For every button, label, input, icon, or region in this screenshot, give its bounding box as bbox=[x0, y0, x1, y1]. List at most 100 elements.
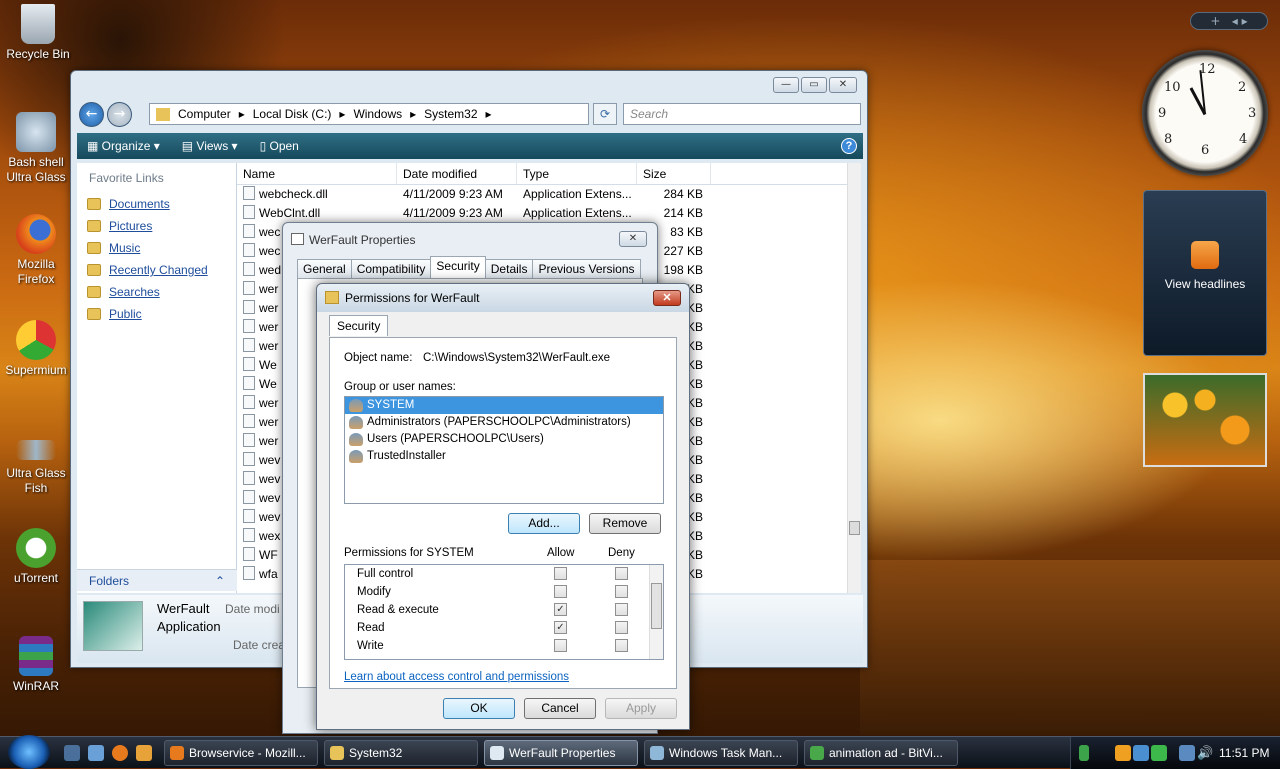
help-icon[interactable]: ? bbox=[841, 138, 857, 154]
permissions-scrollbar[interactable] bbox=[649, 565, 663, 659]
column-header-type[interactable]: Type bbox=[517, 163, 637, 184]
refresh-icon[interactable]: ⟳ bbox=[593, 103, 617, 125]
allow-checkbox[interactable]: ✓ bbox=[554, 603, 567, 616]
clock-gadget[interactable]: 12 2 3 4 6 8 9 10 bbox=[1142, 50, 1268, 176]
taskbar-button-werfault[interactable]: WerFault Properties bbox=[484, 740, 638, 766]
table-row[interactable]: WebClnt.dll 4/11/2009 9:23 AM Application … bbox=[237, 204, 861, 223]
allow-checkbox[interactable]: ✓ bbox=[554, 621, 567, 634]
column-header-date[interactable]: Date modified bbox=[397, 163, 517, 184]
search-input[interactable]: Search bbox=[623, 103, 861, 125]
permissions-close-button[interactable]: ✕ bbox=[653, 290, 681, 306]
clock-time[interactable]: 11:51 PM bbox=[1219, 746, 1269, 760]
tray-status-icon[interactable] bbox=[1079, 745, 1089, 761]
tab-general[interactable]: General bbox=[297, 259, 352, 278]
table-row[interactable]: webcheck.dll 4/11/2009 9:23 AM Application… bbox=[237, 185, 861, 204]
firefox-icon[interactable]: Mozilla Firefox bbox=[0, 214, 72, 287]
folders-toggle[interactable]: Folders ⌃ bbox=[77, 569, 237, 591]
back-arrow-icon[interactable]: ← bbox=[79, 102, 104, 127]
deny-checkbox[interactable] bbox=[615, 621, 628, 634]
forward-arrow-icon[interactable]: → bbox=[107, 102, 132, 127]
add-button[interactable]: Add... bbox=[508, 513, 580, 534]
cancel-button[interactable]: Cancel bbox=[524, 698, 596, 719]
bash-shell-icon[interactable]: Bash shell Ultra Glass bbox=[0, 112, 72, 185]
slideshow-gadget[interactable] bbox=[1143, 373, 1267, 467]
sidebar-item-public[interactable]: Public bbox=[77, 303, 236, 325]
breadcrumb-item[interactable]: Computer bbox=[178, 104, 231, 124]
firefox-quicklaunch-icon[interactable] bbox=[112, 745, 128, 761]
volume-icon[interactable]: 🔊 bbox=[1197, 745, 1213, 761]
sidebar-controls[interactable]: + ◂ ▸ bbox=[1190, 12, 1268, 30]
firefox-logo-icon bbox=[16, 214, 56, 254]
breadcrumb[interactable]: Computer ▸ Local Disk (C:) ▸ Windows ▸ Syst… bbox=[149, 103, 589, 125]
sidebar-item-label: Pictures bbox=[109, 219, 153, 233]
quicklaunch-app-icon[interactable] bbox=[136, 745, 152, 761]
minimize-button[interactable]: — bbox=[773, 77, 799, 93]
file-name: webcheck.dll bbox=[259, 187, 328, 201]
file-name: wev bbox=[259, 510, 281, 524]
taskbar-button-firefox[interactable]: Browservice - Mozill... bbox=[164, 740, 318, 766]
list-item[interactable]: Users (PAPERSCHOOLPC\Users) bbox=[345, 431, 663, 448]
allow-checkbox[interactable] bbox=[554, 567, 567, 580]
allow-checkbox[interactable] bbox=[554, 585, 567, 598]
sidebar-item-searches[interactable]: Searches bbox=[77, 281, 236, 303]
tab-previous-versions[interactable]: Previous Versions bbox=[532, 259, 641, 278]
user-list[interactable]: SYSTEM Administrators (PAPERSCHOOLPC\Adm… bbox=[344, 396, 664, 504]
tab-details[interactable]: Details bbox=[484, 259, 534, 278]
deny-checkbox[interactable] bbox=[615, 603, 628, 616]
sidebar-item-documents[interactable]: Documents bbox=[77, 193, 236, 215]
feed-headlines-gadget[interactable]: View headlines bbox=[1143, 190, 1267, 356]
ultra-glass-fish-icon[interactable]: Ultra Glass Fish bbox=[0, 426, 72, 496]
properties-title: WerFault Properties bbox=[309, 233, 416, 247]
utorrent-icon[interactable]: uTorrent bbox=[0, 528, 72, 586]
list-item[interactable]: SYSTEM bbox=[345, 397, 663, 414]
deny-checkbox[interactable] bbox=[615, 567, 628, 580]
sidebar-item-recently-changed[interactable]: Recently Changed bbox=[77, 259, 236, 281]
scroll-thumb[interactable] bbox=[849, 521, 860, 535]
column-header-name[interactable]: Name bbox=[237, 163, 397, 184]
vertical-scrollbar[interactable] bbox=[847, 163, 861, 593]
deny-checkbox[interactable] bbox=[615, 585, 628, 598]
access-control-help-link[interactable]: Learn about access control and permissio… bbox=[344, 671, 569, 683]
tray-app-icon[interactable] bbox=[1133, 745, 1149, 761]
sidebar-item-music[interactable]: Music bbox=[77, 237, 236, 259]
ok-button[interactable]: OK bbox=[443, 698, 515, 719]
allow-checkbox[interactable] bbox=[554, 639, 567, 652]
taskbar-button-task-manager[interactable]: Windows Task Man... bbox=[644, 740, 798, 766]
file-name: wer bbox=[259, 320, 279, 334]
column-header-size[interactable]: Size bbox=[637, 163, 711, 184]
list-item[interactable]: TrustedInstaller bbox=[345, 448, 663, 465]
organize-button[interactable]: ▦ Organize ▾ bbox=[87, 139, 160, 153]
tab-security[interactable]: Security bbox=[329, 315, 389, 336]
tab-security[interactable]: Security bbox=[430, 256, 486, 278]
scroll-thumb[interactable] bbox=[651, 583, 662, 629]
tab-compatibility[interactable]: Compatibility bbox=[350, 259, 432, 278]
properties-close-button[interactable]: ✕ bbox=[619, 231, 647, 247]
breadcrumb-item[interactable]: Local Disk (C:) bbox=[253, 104, 332, 124]
remove-button[interactable]: Remove bbox=[589, 513, 661, 534]
list-item[interactable]: Administrators (PAPERSCHOOLPC\Administra… bbox=[345, 414, 663, 431]
winrar-icon[interactable]: WinRAR bbox=[0, 636, 72, 694]
network-icon[interactable] bbox=[1179, 745, 1195, 761]
show-desktop-icon[interactable] bbox=[64, 745, 80, 761]
start-button[interactable] bbox=[8, 735, 50, 769]
deny-checkbox[interactable] bbox=[615, 639, 628, 652]
breadcrumb-item[interactable]: Windows bbox=[353, 104, 402, 124]
taskbar-button-bitvise[interactable]: animation ad - BitVi... bbox=[804, 740, 958, 766]
sidebar-item-pictures[interactable]: Pictures bbox=[77, 215, 236, 237]
file-name: wer bbox=[259, 301, 279, 315]
open-button[interactable]: ▯ Open bbox=[260, 139, 299, 153]
breadcrumb-item[interactable]: System32 bbox=[424, 104, 477, 124]
column-headers: Name Date modified Type Size bbox=[237, 163, 861, 185]
security-shield-icon[interactable] bbox=[1115, 745, 1131, 761]
switch-windows-icon[interactable] bbox=[88, 745, 104, 761]
supermium-icon[interactable]: Supermium bbox=[0, 320, 72, 378]
tray-app-icon[interactable] bbox=[1151, 745, 1167, 761]
apply-button[interactable]: Apply bbox=[605, 698, 677, 719]
maximize-button[interactable]: ▭ bbox=[801, 77, 827, 93]
views-button[interactable]: ▤ Views ▾ bbox=[182, 139, 238, 153]
deny-header: Deny bbox=[608, 547, 635, 559]
recycle-bin-icon[interactable]: Recycle Bin bbox=[2, 4, 74, 62]
taskbar-button-system32[interactable]: System32 bbox=[324, 740, 478, 766]
permissions-table: Full control Modify Read & execute ✓ Read ✓ Wr… bbox=[344, 564, 664, 660]
close-button[interactable]: ✕ bbox=[829, 77, 857, 93]
